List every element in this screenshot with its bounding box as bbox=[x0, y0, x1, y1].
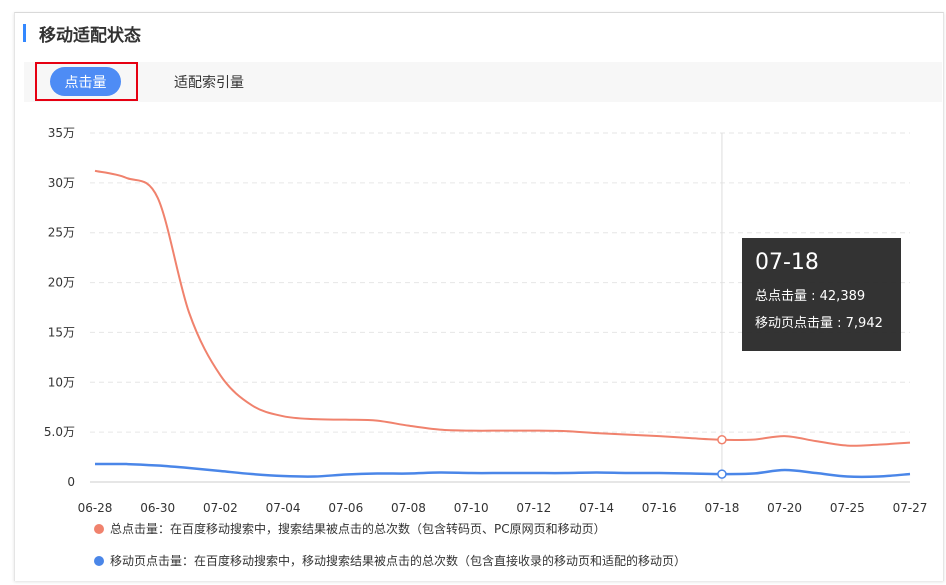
y-tick-label: 30万 bbox=[48, 176, 75, 190]
legend-dot-total bbox=[94, 523, 104, 534]
x-tick-label: 07-12 bbox=[516, 501, 551, 515]
x-tick-label: 06-28 bbox=[78, 501, 113, 515]
series-line-mobile-clicks bbox=[94, 462, 911, 479]
x-tick-label: 07-02 bbox=[203, 501, 238, 515]
x-tick-label: 07-20 bbox=[767, 501, 802, 515]
y-tick-label: 5.0万 bbox=[44, 425, 75, 439]
tooltip-total-clicks: 总点击量 : 42,389 bbox=[755, 289, 866, 304]
legend-item-total-clicks: 总点击量：在百度移动搜索中，搜索结果被点击的总次数（包含转码页、PC原网页和移动… bbox=[94, 520, 606, 537]
tooltip-mobile-clicks: 移动页点击量 : 7,942 bbox=[755, 316, 883, 331]
y-tick-label: 15万 bbox=[48, 325, 75, 339]
legend-item-mobile-clicks: 移动页点击量：在百度移动搜索中，移动搜索结果被点击的总次数（包含直接收录的移动页… bbox=[94, 552, 686, 569]
y-tick-label: 35万 bbox=[48, 126, 75, 140]
chart-tooltip: 07-18 总点击量 : 42,389 移动页点击量 : 7,942 bbox=[742, 238, 901, 351]
x-tick-label: 07-08 bbox=[391, 501, 426, 515]
tooltip-date: 07-18 bbox=[755, 250, 819, 275]
x-tick-label: 07-16 bbox=[642, 501, 677, 515]
x-tick-label: 06-30 bbox=[140, 501, 175, 515]
legend-label-mobile: 移动页点击量：在百度移动搜索中，移动搜索结果被点击的总次数（包含直接收录的移动页… bbox=[110, 554, 687, 568]
x-tick-label: 07-06 bbox=[328, 501, 363, 515]
y-tick-label: 20万 bbox=[48, 276, 75, 290]
x-tick-label: 07-04 bbox=[266, 501, 301, 515]
highlight-point-total bbox=[717, 434, 727, 445]
y-tick-label: 10万 bbox=[48, 375, 75, 389]
x-tick-label: 07-18 bbox=[704, 501, 739, 515]
y-tick-label: 25万 bbox=[48, 226, 75, 240]
highlight-point-mobile bbox=[717, 469, 727, 479]
x-tick-label: 07-25 bbox=[830, 501, 865, 515]
y-tick-label: 0 bbox=[67, 475, 75, 489]
legend-dot-mobile bbox=[94, 555, 104, 566]
legend-label-total: 总点击量：在百度移动搜索中，搜索结果被点击的总次数（包含转码页、PC原网页和移动… bbox=[110, 522, 606, 536]
x-tick-label: 07-14 bbox=[579, 501, 614, 515]
x-tick-label: 07-10 bbox=[454, 501, 489, 515]
x-tick-label: 07-27 bbox=[893, 501, 928, 515]
